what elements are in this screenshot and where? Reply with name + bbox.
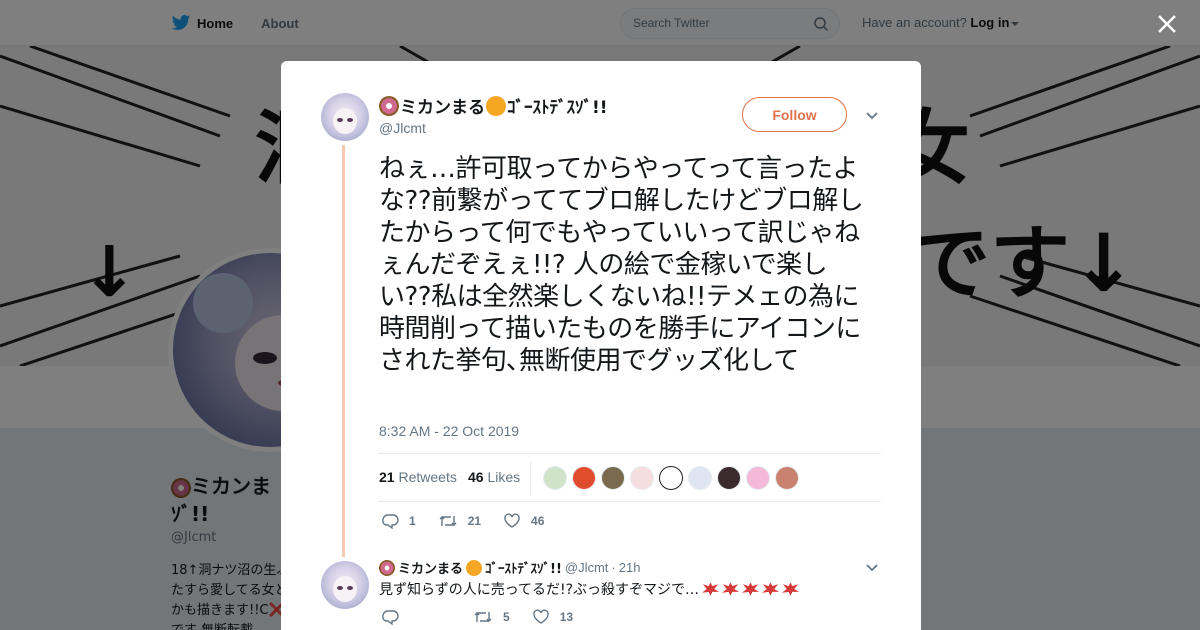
tweet-timestamp[interactable]: 8:32 AM - 22 Oct 2019	[379, 423, 519, 439]
reply-time[interactable]: 21h	[619, 560, 641, 575]
chevron-down-icon[interactable]	[865, 111, 879, 121]
tweet-actions: 1 21 46	[381, 513, 566, 529]
heart-icon	[504, 513, 520, 528]
reply-author-avatar[interactable]	[321, 561, 369, 609]
reply-header: ミカンまる ｺﾞｰｽﾄﾃﾞｽｿﾞ!! @Jlcmt · 21h	[379, 558, 640, 577]
author-avatar[interactable]	[321, 93, 369, 141]
likes-stat[interactable]: 46 Likes	[468, 469, 520, 485]
donut-emoji-icon	[379, 559, 395, 576]
donut-emoji-icon	[379, 95, 399, 116]
reply-icon	[382, 514, 399, 529]
anger-burst-icon	[782, 582, 800, 596]
reply-text: 見ず知らずの人に売ってるだ!?ぶっ殺すぞマジで…	[379, 582, 700, 598]
reply-body: 見ず知らずの人に売ってるだ!?ぶっ殺すぞマジで…	[379, 579, 800, 599]
reply-author-handle[interactable]: @Jlcmt	[565, 560, 609, 575]
reply-button[interactable]: 1	[381, 513, 416, 529]
stats-divider	[530, 462, 531, 494]
reply-button[interactable]	[381, 609, 409, 625]
avatar-face	[333, 576, 357, 602]
anger-burst-icon	[722, 582, 740, 596]
reply-icon	[382, 610, 399, 625]
tweet-text: ねぇ…許可取ってからやってって言ったよな??前繋がっててブロ解したけどブロ解した…	[379, 154, 864, 376]
author-handle[interactable]: @Jlcmt	[379, 120, 608, 136]
reply-author-name[interactable]: ミカンまる	[398, 558, 463, 577]
retweet-button[interactable]: 5	[473, 609, 510, 625]
heart-icon	[532, 609, 549, 624]
anger-burst-icon	[742, 582, 760, 596]
like-button[interactable]: 13	[532, 609, 573, 625]
follow-button[interactable]: Follow	[742, 97, 847, 132]
orange-emoji-icon	[466, 559, 483, 576]
retweet-icon	[439, 516, 457, 526]
liker-avatar[interactable]	[688, 466, 712, 490]
anger-burst-icon	[702, 582, 720, 596]
chevron-down-icon[interactable]	[865, 563, 879, 573]
retweets-stat[interactable]: 21 Retweets	[379, 469, 457, 485]
liker-avatar[interactable]	[630, 466, 654, 490]
liker-avatar[interactable]	[775, 466, 799, 490]
retweet-icon	[474, 612, 492, 622]
avatar-face	[333, 108, 357, 134]
liker-avatar[interactable]	[543, 466, 567, 490]
liker-avatar[interactable]	[717, 466, 741, 490]
liker-avatar[interactable]	[659, 466, 683, 490]
tweet-modal: ミカンまる ｺﾞｰｽﾄﾃﾞｽｿﾞ!! @Jlcmt Follow ねぇ…許可取っ…	[281, 61, 921, 630]
thread-line	[342, 145, 345, 557]
liker-avatars	[543, 466, 799, 490]
tweet-author[interactable]: ミカンまる ｺﾞｰｽﾄﾃﾞｽｿﾞ!! @Jlcmt	[379, 93, 608, 136]
retweet-button[interactable]: 21	[438, 513, 481, 529]
liker-avatar[interactable]	[601, 466, 625, 490]
reply-actions: 5 13	[381, 609, 595, 625]
tweet-stats: 21 Retweets 46 Likes	[378, 453, 881, 502]
anger-burst-icon	[762, 582, 780, 596]
reply-author-suffix[interactable]: ｺﾞｰｽﾄﾃﾞｽｿﾞ!!	[485, 558, 562, 577]
close-icon[interactable]	[1156, 13, 1178, 35]
author-name[interactable]: ミカンまる ｺﾞｰｽﾄﾃﾞｽｿﾞ!!	[379, 93, 608, 118]
liker-avatar[interactable]	[572, 466, 596, 490]
orange-emoji-icon	[486, 95, 506, 116]
like-button[interactable]: 46	[503, 513, 544, 529]
liker-avatar[interactable]	[746, 466, 770, 490]
